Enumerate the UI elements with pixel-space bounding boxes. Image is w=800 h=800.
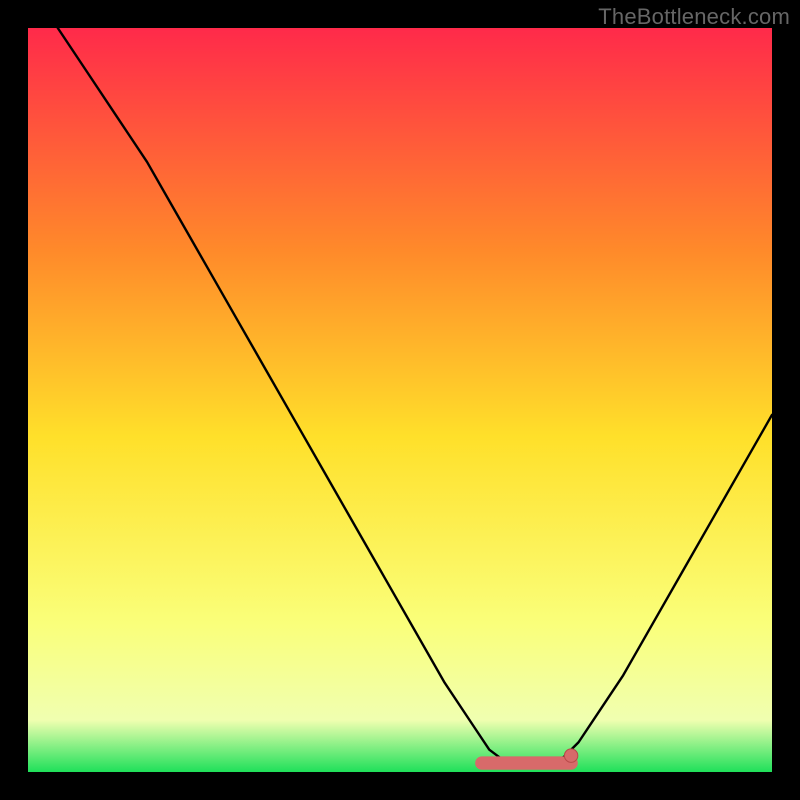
bottleneck-curve-svg bbox=[28, 28, 772, 772]
watermark-text: TheBottleneck.com bbox=[598, 4, 790, 30]
gradient-background bbox=[28, 28, 772, 772]
current-config-marker bbox=[564, 749, 577, 762]
plot-area bbox=[28, 28, 772, 772]
chart-container: TheBottleneck.com bbox=[0, 0, 800, 800]
